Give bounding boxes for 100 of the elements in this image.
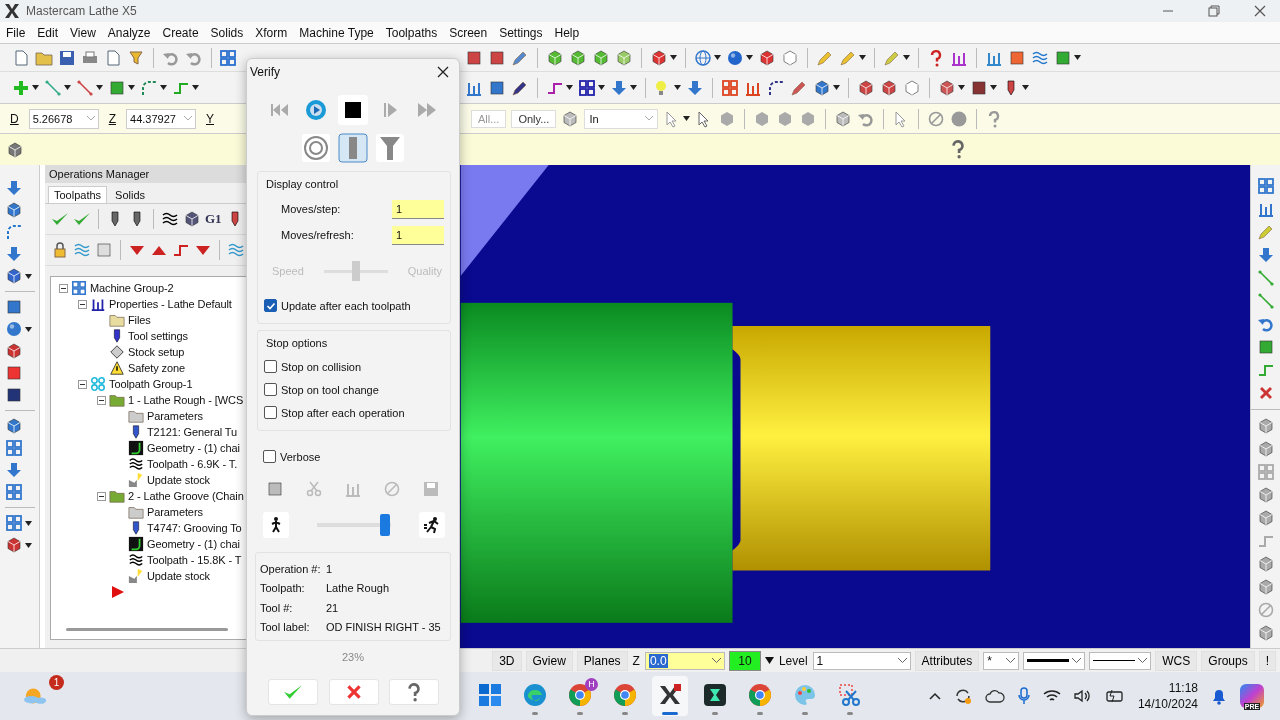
chevron-down-icon[interactable] <box>711 658 721 663</box>
caret-icon[interactable] <box>674 85 681 90</box>
cube-icon[interactable] <box>781 48 799 67</box>
stock-view-icon[interactable] <box>338 133 368 163</box>
menu-item[interactable]: Analyze <box>107 25 151 40</box>
cube-icon[interactable] <box>6 140 24 159</box>
square-icon[interactable] <box>5 386 23 404</box>
scissors-icon[interactable] <box>838 682 862 707</box>
cube-icon[interactable] <box>183 210 201 228</box>
ban-icon[interactable] <box>1256 601 1275 619</box>
filter-button[interactable]: Only... <box>511 109 557 128</box>
caret-icon[interactable] <box>746 55 753 60</box>
tree-item[interactable]: Files <box>128 314 151 326</box>
caret-icon[interactable] <box>192 85 199 90</box>
arrow-icon[interactable] <box>5 245 23 263</box>
tree-item[interactable]: T2121: General Tu <box>147 426 238 438</box>
tree-item[interactable]: Parameters <box>147 506 203 518</box>
square-icon[interactable] <box>5 298 23 316</box>
collapse-toggle[interactable] <box>59 283 68 293</box>
cube-icon[interactable] <box>1256 509 1275 527</box>
sphere-icon[interactable] <box>5 320 23 338</box>
caret-icon[interactable] <box>160 85 167 90</box>
tree-item[interactable]: Safety zone <box>128 362 185 374</box>
fast-forward-icon[interactable] <box>415 101 438 119</box>
menu-item[interactable]: Solids <box>210 25 244 40</box>
collapse-toggle[interactable] <box>78 299 87 309</box>
caret-icon[interactable] <box>32 85 39 90</box>
menu-item[interactable]: Xform <box>255 25 288 40</box>
skip-back-icon[interactable] <box>268 101 291 119</box>
help-button[interactable] <box>389 679 439 705</box>
arrow-icon[interactable] <box>686 78 704 97</box>
gcode-button[interactable]: G1 <box>205 211 222 227</box>
cube-icon[interactable] <box>5 417 23 435</box>
caret-icon[interactable] <box>670 55 677 60</box>
play-icon[interactable] <box>305 99 328 121</box>
tool-view-icon[interactable] <box>375 133 405 163</box>
slider-thumb[interactable] <box>380 514 391 536</box>
caret-icon[interactable] <box>1022 85 1029 90</box>
wifi-icon[interactable] <box>1042 689 1061 703</box>
cross-logo-icon[interactable] <box>658 682 682 707</box>
cube-icon[interactable] <box>758 48 776 67</box>
tree-item[interactable]: Update stock <box>147 474 210 486</box>
square-icon[interactable] <box>488 78 506 97</box>
checkbox[interactable] <box>264 299 277 312</box>
cube-icon[interactable] <box>561 109 580 128</box>
checkbox[interactable] <box>264 406 277 419</box>
line-icon[interactable] <box>1256 269 1275 287</box>
film-app-icon[interactable] <box>703 682 727 707</box>
square-icon[interactable] <box>465 48 483 67</box>
windows-icon[interactable] <box>478 682 502 707</box>
cube-icon[interactable] <box>938 78 956 97</box>
caret-icon[interactable] <box>990 85 997 90</box>
checkbox[interactable] <box>264 360 277 373</box>
globe-icon[interactable] <box>694 48 712 67</box>
status-button[interactable]: Attributes <box>914 650 980 671</box>
caret-icon[interactable] <box>683 116 691 121</box>
microphone-icon[interactable] <box>1017 687 1030 705</box>
color-swatch[interactable]: 10 <box>728 650 761 671</box>
funnel-icon[interactable] <box>127 48 145 67</box>
browser-icon[interactable] <box>568 682 592 707</box>
status-button[interactable]: Groups <box>1201 650 1255 671</box>
arc-icon[interactable] <box>5 223 23 241</box>
clock[interactable]: 11:18 14/10/2024 <box>1137 680 1198 712</box>
caret-icon[interactable] <box>128 85 135 90</box>
scrollbar[interactable] <box>66 628 228 631</box>
cancel-button[interactable] <box>328 679 379 705</box>
caret-icon[interactable] <box>903 55 910 60</box>
grid-icon[interactable] <box>219 48 237 67</box>
caret-icon[interactable] <box>630 85 637 90</box>
tree-item[interactable]: Geometry - (1) chai <box>147 538 240 550</box>
cube-icon[interactable] <box>546 48 564 67</box>
panel-tab[interactable]: Solids <box>109 186 152 203</box>
tree-item[interactable]: Parameters <box>147 410 203 422</box>
circle-icon[interactable] <box>950 109 969 128</box>
z-depth-field[interactable]: 0.0 <box>644 651 725 670</box>
chevron-down-icon[interactable] <box>1072 658 1082 663</box>
arrow-icon[interactable] <box>5 179 23 197</box>
caret-icon[interactable] <box>64 85 71 90</box>
tree-item[interactable]: Properties - Lathe Default <box>109 298 232 310</box>
browser-icon[interactable] <box>748 682 772 707</box>
cube-icon[interactable] <box>1256 417 1275 435</box>
tree-item[interactable]: Machine Group-2 <box>90 282 174 294</box>
line-width-dropdown[interactable] <box>1023 651 1086 670</box>
restore-icon[interactable] <box>1208 5 1220 17</box>
ban-icon[interactable] <box>927 109 946 128</box>
menu-item[interactable]: Settings <box>499 25 543 40</box>
caret-icon[interactable] <box>598 85 605 90</box>
caret-icon[interactable] <box>25 542 32 548</box>
sphere-icon[interactable] <box>726 48 744 67</box>
tree-item[interactable]: Update stock <box>147 570 210 582</box>
chevron-down-icon[interactable] <box>1006 658 1016 663</box>
arc-icon[interactable] <box>767 78 785 97</box>
caret-icon[interactable] <box>566 85 573 90</box>
cube-icon[interactable] <box>5 536 23 554</box>
cube-icon[interactable] <box>834 109 853 128</box>
square-icon[interactable] <box>970 78 988 97</box>
document-icon[interactable] <box>12 48 30 67</box>
chevron-down-icon[interactable] <box>1138 658 1148 663</box>
sync-icon[interactable] <box>953 687 972 705</box>
caret-icon[interactable] <box>859 55 866 60</box>
